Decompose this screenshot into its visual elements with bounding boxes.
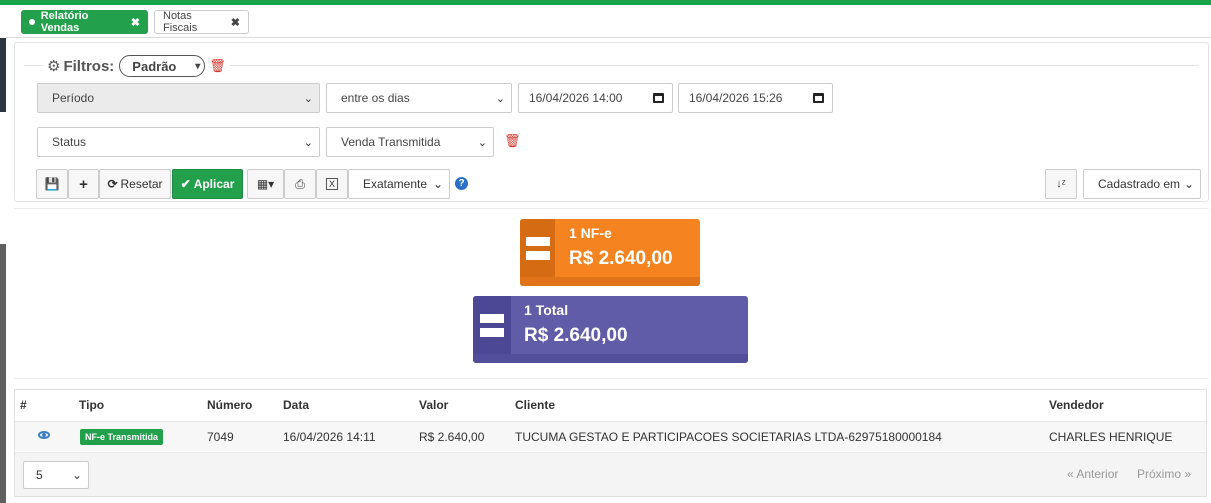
- chevron-down-icon: ⌄: [495, 92, 505, 105]
- cell-data: 16/04/2026 14:11: [283, 430, 376, 444]
- reset-button[interactable]: ⟳ Resetar: [99, 169, 171, 199]
- calendar-icon[interactable]: [813, 93, 824, 103]
- stat-value: R$ 2.640,00: [569, 248, 673, 269]
- stat-value: R$ 2.640,00: [524, 325, 628, 346]
- apply-label: Aplicar: [193, 177, 235, 191]
- stat-title: 1 Total: [524, 302, 569, 318]
- sort-field-value: Cadastrado em: [1098, 177, 1181, 191]
- chevron-down-icon: ⌄: [1183, 177, 1194, 191]
- preset-value: Padrão: [132, 58, 177, 74]
- column-header[interactable]: Data: [283, 398, 309, 412]
- filters-panel: ⚙ Filtros: Padrão ▾ 🗑 Período ⌄ entre os…: [14, 42, 1209, 202]
- sort-direction-button[interactable]: ↓ᶻ: [1045, 169, 1077, 199]
- column-header[interactable]: Tipo: [79, 398, 104, 412]
- chevron-down-icon: ▾: [195, 60, 201, 72]
- status-badge: NF-e Transmitida: [80, 429, 164, 445]
- question-icon[interactable]: ?: [455, 177, 468, 190]
- equals-icon: [473, 296, 511, 354]
- table-icon: ▦▾: [256, 177, 275, 191]
- column-header[interactable]: Cliente: [515, 398, 555, 412]
- date-to-input[interactable]: 16/04/2026 15:26: [678, 83, 833, 113]
- apply-button[interactable]: ✔ Aplicar: [172, 169, 243, 199]
- match-mode-value: Exatamente: [363, 177, 428, 191]
- next-page-button[interactable]: Próximo »: [1137, 467, 1191, 481]
- chevron-down-icon: ⌄: [303, 92, 313, 105]
- chevron-down-icon: ⌄: [432, 177, 443, 191]
- reset-label: Resetar: [120, 177, 163, 191]
- refresh-icon: ⟳: [107, 177, 118, 191]
- left-edge-gray: [0, 244, 6, 503]
- tab-bar: Relatório Vendas ✖ Notas Fiscais ✖: [6, 5, 1211, 38]
- columns-button[interactable]: ▦▾: [247, 169, 284, 199]
- date-from-value: 16/04/2026 14:00: [529, 91, 623, 105]
- stat-footer: [520, 277, 700, 286]
- close-icon[interactable]: ✖: [231, 16, 240, 29]
- eye-icon[interactable]: [38, 431, 50, 439]
- column-header[interactable]: Valor: [419, 398, 448, 412]
- excel-icon: X: [325, 178, 338, 190]
- equals-icon: [520, 219, 555, 277]
- stat-footer: [473, 354, 748, 363]
- results-table: # Tipo Número Data Valor Cliente Vendedo…: [14, 389, 1207, 497]
- preset-select[interactable]: Padrão ▾: [119, 55, 206, 77]
- filters-title: Filtros:: [63, 57, 115, 75]
- tab-label: Relatório Vendas: [40, 10, 89, 34]
- dot-icon: [29, 19, 35, 25]
- table-row[interactable]: NF-e Transmitida 7049 16/04/2026 14:11 R…: [15, 421, 1206, 451]
- check-icon: ✔: [180, 177, 191, 191]
- stat-card-total: 1 Total R$ 2.640,00: [473, 296, 748, 363]
- prev-page-button[interactable]: « Anterior: [1067, 467, 1118, 481]
- column-header: #: [20, 398, 27, 412]
- filter-operator-value: entre os dias: [341, 91, 410, 105]
- cell-cliente: TUCUMA GESTAO E PARTICIPACOES SOCIETARIA…: [515, 430, 942, 444]
- plus-icon: +: [79, 175, 88, 193]
- print-icon: ⎙: [295, 176, 305, 191]
- column-header[interactable]: Vendedor: [1049, 398, 1104, 412]
- excel-button[interactable]: X: [316, 169, 348, 199]
- save-button[interactable]: 💾: [36, 169, 68, 199]
- filter-value2-value: Venda Transmitida: [341, 135, 441, 149]
- match-mode-select[interactable]: Exatamente ⌄: [348, 169, 450, 199]
- chevron-down-icon: ⌄: [71, 468, 82, 482]
- filter-operator-select[interactable]: entre os dias ⌄: [326, 83, 512, 113]
- chevron-down-icon: ⌄: [477, 136, 487, 149]
- date-from-input[interactable]: 16/04/2026 14:00: [518, 83, 673, 113]
- divider: [14, 378, 1209, 379]
- filter-field2-value: Status: [52, 135, 87, 149]
- calendar-icon[interactable]: [653, 93, 664, 103]
- page-size-value: 5: [36, 468, 43, 482]
- stat-title: 1 NF-e: [569, 225, 612, 241]
- sort-icon: ↓ᶻ: [1056, 178, 1066, 190]
- trash-icon[interactable]: 🗑: [209, 58, 226, 74]
- filter-field-value: Período: [52, 91, 95, 105]
- tab-relatorio-vendas[interactable]: Relatório Vendas ✖: [21, 10, 148, 34]
- cell-numero: 7049: [207, 430, 234, 444]
- save-icon: 💾: [44, 177, 60, 191]
- close-icon[interactable]: ✖: [131, 16, 140, 29]
- add-filter-button[interactable]: +: [68, 169, 99, 199]
- date-to-value: 16/04/2026 15:26: [689, 91, 783, 105]
- filter-field-select[interactable]: Período ⌄: [37, 83, 320, 113]
- sort-field-select[interactable]: Cadastrado em ⌄: [1083, 169, 1201, 199]
- print-button[interactable]: ⎙: [284, 169, 316, 199]
- trash-icon[interactable]: 🗑: [504, 133, 521, 149]
- gear-icon: ⚙: [47, 58, 61, 75]
- divider: [14, 208, 1209, 209]
- filter-field2-select[interactable]: Status ⌄: [37, 127, 320, 157]
- tab-notas-fiscais[interactable]: Notas Fiscais ✖: [154, 10, 249, 34]
- cell-vendedor: CHARLES HENRIQUE: [1049, 430, 1173, 444]
- stat-card-nfe: 1 NF-e R$ 2.640,00: [520, 219, 700, 286]
- tab-label: Notas Fiscais: [163, 10, 198, 34]
- cell-valor: R$ 2.640,00: [419, 430, 485, 444]
- filter-value2-select[interactable]: Venda Transmitida ⌄: [326, 127, 494, 157]
- left-edge-dark: [0, 38, 6, 112]
- table-footer: 5 ⌄ « Anterior Próximo »: [15, 452, 1206, 496]
- filters-header: ⚙ Filtros: Padrão ▾ 🗑: [43, 54, 230, 78]
- page-size-select[interactable]: 5 ⌄: [23, 461, 89, 489]
- column-header[interactable]: Número: [207, 398, 252, 412]
- chevron-down-icon: ⌄: [303, 136, 313, 149]
